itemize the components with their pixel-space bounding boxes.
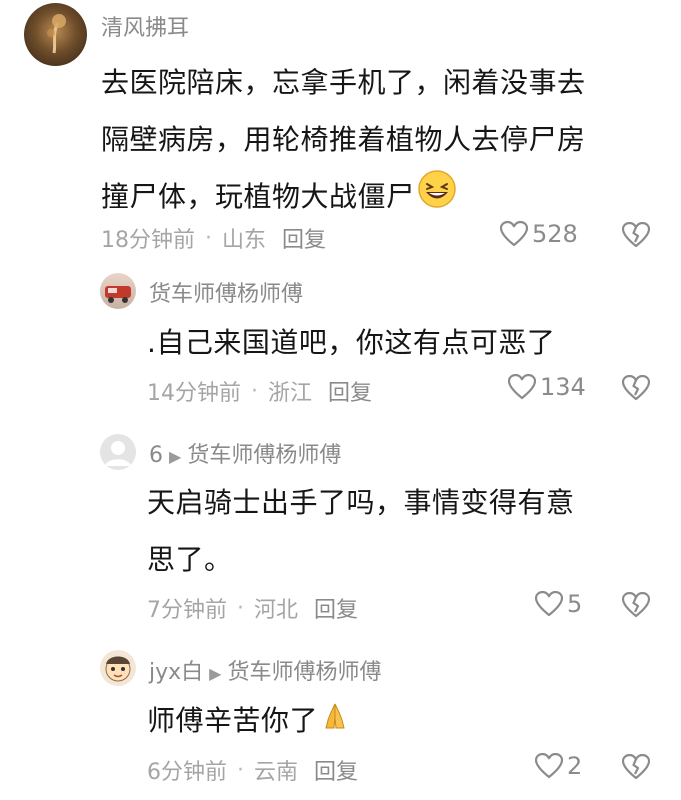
- avatar[interactable]: [24, 3, 87, 66]
- comment-thread: 清风拂耳 去医院陪床，忘拿手机了，闲着没事去 隔壁病房，用轮椅推着植物人去停尸房…: [0, 0, 681, 800]
- location: 河北: [254, 598, 299, 623]
- comment-body: 师傅辛苦你了: [147, 692, 350, 751]
- folded-hands-emoji-icon: [320, 694, 350, 751]
- triangle-right-icon: ▶: [169, 447, 182, 466]
- like-button[interactable]: 134: [508, 373, 586, 401]
- avatar[interactable]: [100, 273, 136, 309]
- broken-heart-icon[interactable]: [621, 753, 651, 784]
- cartoon-avatar-image: [105, 656, 131, 682]
- like-button[interactable]: 2: [535, 752, 582, 780]
- avatar[interactable]: [100, 650, 136, 686]
- reply-button[interactable]: 回复: [328, 375, 372, 407]
- heart-outline-icon: [508, 374, 536, 400]
- reply-button[interactable]: 回复: [314, 754, 358, 786]
- comment-line: 思了。: [147, 543, 233, 576]
- location: 浙江: [268, 381, 313, 406]
- comment-line-with-emoji: 师傅辛苦你了: [147, 692, 350, 751]
- broken-heart-icon[interactable]: [621, 221, 651, 252]
- reply-item: 6 ▶ 货车师傅杨师傅 天启骑士出手了吗，事情变得有意 思了。 7分钟前 · 河北 …: [0, 410, 681, 630]
- broken-heart-icon[interactable]: [621, 591, 651, 622]
- separator-dot: ·: [237, 595, 244, 621]
- timestamp: 14分钟前: [147, 381, 241, 406]
- like-button[interactable]: 5: [535, 590, 582, 618]
- reply-username[interactable]: 6 ▶ 货车师傅杨师傅: [149, 437, 341, 469]
- broken-heart-icon[interactable]: [621, 374, 651, 405]
- comment-line-with-emoji: 撞尸体，玩植物大战僵尸: [101, 168, 586, 228]
- timestamp: 6分钟前: [147, 760, 227, 785]
- avatar[interactable]: [100, 434, 136, 470]
- reply-username[interactable]: jyx白 ▶ 货车师傅杨师傅: [149, 654, 381, 686]
- username-text[interactable]: 6: [149, 443, 163, 468]
- location: 云南: [254, 760, 299, 785]
- like-count: 528: [532, 220, 578, 248]
- timestamp: 7分钟前: [147, 598, 227, 623]
- comment-meta: 14分钟前 · 浙江 回复: [147, 375, 372, 407]
- avatar-image: [47, 14, 66, 54]
- like-count: 134: [540, 373, 586, 401]
- comment-line: 去医院陪床，忘拿手机了，闲着没事去: [101, 66, 586, 99]
- reply-button[interactable]: 回复: [314, 592, 358, 624]
- comment-body: 去医院陪床，忘拿手机了，闲着没事去 隔壁病房，用轮椅推着植物人去停尸房 撞尸体，…: [101, 54, 586, 228]
- grinning-squint-emoji-icon: [417, 169, 457, 228]
- separator-dot: ·: [237, 757, 244, 783]
- comment-meta: 7分钟前 · 河北 回复: [147, 592, 358, 624]
- reply-item: jyx白 ▶ 货车师傅杨师傅 师傅辛苦你了 6分钟前 · 云南 回复 2: [0, 630, 681, 800]
- location: 山东: [222, 228, 267, 253]
- comment-username[interactable]: 清风拂耳: [101, 10, 189, 42]
- comment-line: 隔壁病房，用轮椅推着植物人去停尸房: [101, 123, 586, 156]
- triangle-right-icon: ▶: [209, 664, 222, 683]
- reply-to-username[interactable]: 货车师傅杨师傅: [187, 443, 341, 468]
- comment-meta: 18分钟前 · 山东 回复: [101, 222, 326, 254]
- default-user-icon: [105, 441, 131, 466]
- username-text[interactable]: 清风拂耳: [101, 16, 189, 41]
- comment-line-text: 师傅辛苦你了: [147, 704, 319, 737]
- like-count: 2: [567, 752, 583, 780]
- username-text[interactable]: 货车师傅杨师傅: [149, 282, 303, 307]
- reply-item: 货车师傅杨师傅 .自己来国道吧，你这有点可恶了 14分钟前 · 浙江 回复 13…: [0, 262, 681, 410]
- like-button[interactable]: 528: [500, 220, 578, 248]
- heart-outline-icon: [500, 221, 528, 247]
- reply-username[interactable]: 货车师傅杨师傅: [149, 276, 303, 308]
- truck-avatar-image: [105, 286, 131, 303]
- heart-outline-icon: [535, 753, 563, 779]
- comment-item: 清风拂耳 去医院陪床，忘拿手机了，闲着没事去 隔壁病房，用轮椅推着植物人去停尸房…: [0, 0, 681, 262]
- comment-line: 天启骑士出手了吗，事情变得有意: [147, 486, 575, 519]
- comment-body: .自己来国道吧，你这有点可恶了: [147, 314, 555, 371]
- separator-dot: ·: [205, 225, 212, 251]
- username-text[interactable]: jyx白: [149, 660, 203, 685]
- comment-body: 天启骑士出手了吗，事情变得有意 思了。: [147, 474, 575, 588]
- heart-outline-icon: [535, 591, 563, 617]
- reply-button[interactable]: 回复: [282, 222, 326, 254]
- timestamp: 18分钟前: [101, 228, 195, 253]
- comment-line: .自己来国道吧，你这有点可恶了: [147, 326, 556, 359]
- separator-dot: ·: [251, 378, 258, 404]
- comment-line-text: 撞尸体，玩植物大战僵尸: [101, 180, 415, 213]
- reply-to-username[interactable]: 货车师傅杨师傅: [227, 660, 381, 685]
- comment-meta: 6分钟前 · 云南 回复: [147, 754, 358, 786]
- like-count: 5: [567, 590, 583, 618]
